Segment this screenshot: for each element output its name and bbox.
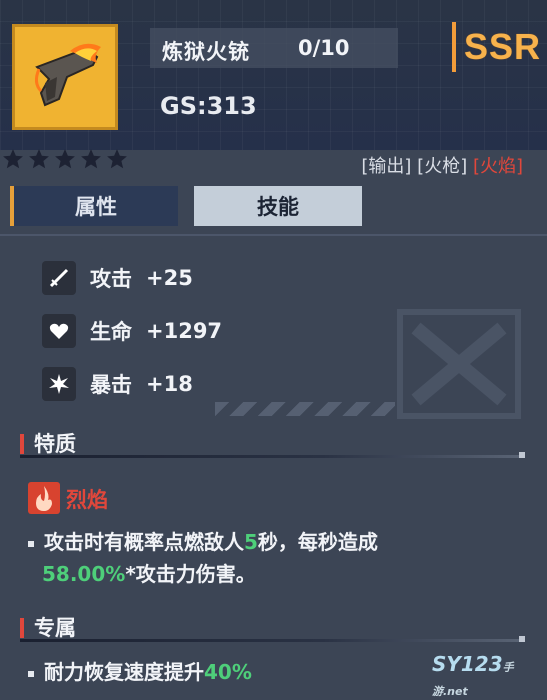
desc-highlight: 58.00%: [42, 562, 126, 586]
desc-text: 秒，每秒造成: [257, 530, 378, 554]
stat-row-critical: 暴击 +18: [42, 366, 193, 402]
tag-firearm: [火枪]: [417, 156, 468, 177]
section-header-trait: 特质: [20, 428, 525, 458]
tag-fire: [火焰]: [472, 156, 523, 177]
tab-attributes[interactable]: 属性: [10, 186, 178, 226]
stat-value: +18: [146, 372, 193, 396]
stat-row-health: 生命 +1297: [42, 313, 222, 349]
star-icon: [81, 149, 101, 169]
heart-icon: [42, 314, 76, 348]
section-underline: [20, 639, 525, 642]
desc-highlight: 40%: [204, 660, 252, 684]
item-name: 炼狱火铳: [162, 40, 250, 64]
burst-icon: [42, 367, 76, 401]
stat-label: 生命: [90, 320, 132, 344]
stat-value: +1297: [146, 319, 223, 343]
trait-skill-name: 烈焰: [66, 488, 108, 512]
logo-domain: .net: [443, 685, 468, 698]
section-accent: [20, 434, 24, 454]
desc-text: *攻击力伤害。: [125, 562, 256, 586]
decorative-stripes: [215, 402, 395, 416]
rarity-badge: SSR: [452, 22, 540, 72]
stat-row-attack: 攻击 +25: [42, 260, 193, 296]
trait-description: 攻击时有概率点燃敌人5秒，每秒造成 58.00%*攻击力伤害。: [28, 526, 378, 590]
tab-skills[interactable]: 技能: [194, 186, 362, 226]
bullet-point: [28, 670, 34, 677]
rarity-label: SSR: [464, 26, 542, 67]
desc-highlight: 5: [244, 530, 258, 554]
star-icon: [3, 149, 23, 169]
section-underline: [20, 455, 525, 458]
weapon-thumbnail[interactable]: [12, 24, 118, 130]
gear-score: GS:313: [160, 92, 257, 120]
section-dot: [519, 636, 525, 642]
section-accent: [20, 618, 24, 638]
desc-text: 耐力恢复速度提升: [44, 660, 204, 684]
desc-text: 攻击时有概率点燃敌人: [44, 530, 244, 554]
stat-label: 暴击: [90, 373, 132, 397]
flame-icon: [28, 482, 60, 514]
bullet-point: [28, 540, 34, 547]
site-watermark-logo: SY123手游.net: [432, 652, 547, 700]
tag-output: [输出]: [361, 156, 412, 177]
sword-icon: [42, 261, 76, 295]
item-level: 0/10: [298, 36, 350, 60]
section-header-exclusive: 专属: [20, 612, 525, 642]
stat-label: 攻击: [90, 267, 132, 291]
star-icon: [107, 149, 127, 169]
star-icon: [55, 149, 75, 169]
exclusive-description: 耐力恢复速度提升40%: [28, 656, 252, 688]
star-icon: [29, 149, 49, 169]
logo-brand: SY123: [432, 652, 503, 676]
flame-gun-icon: [34, 43, 101, 107]
weapon-tags: [输出] [火枪] [火焰]: [361, 152, 523, 178]
section-title: 专属: [34, 616, 76, 640]
stat-value: +25: [146, 266, 193, 290]
crossed-swords-emblem-icon: [397, 309, 521, 419]
section-title: 特质: [34, 432, 76, 456]
section-dot: [519, 452, 525, 458]
tab-divider: [0, 234, 547, 236]
